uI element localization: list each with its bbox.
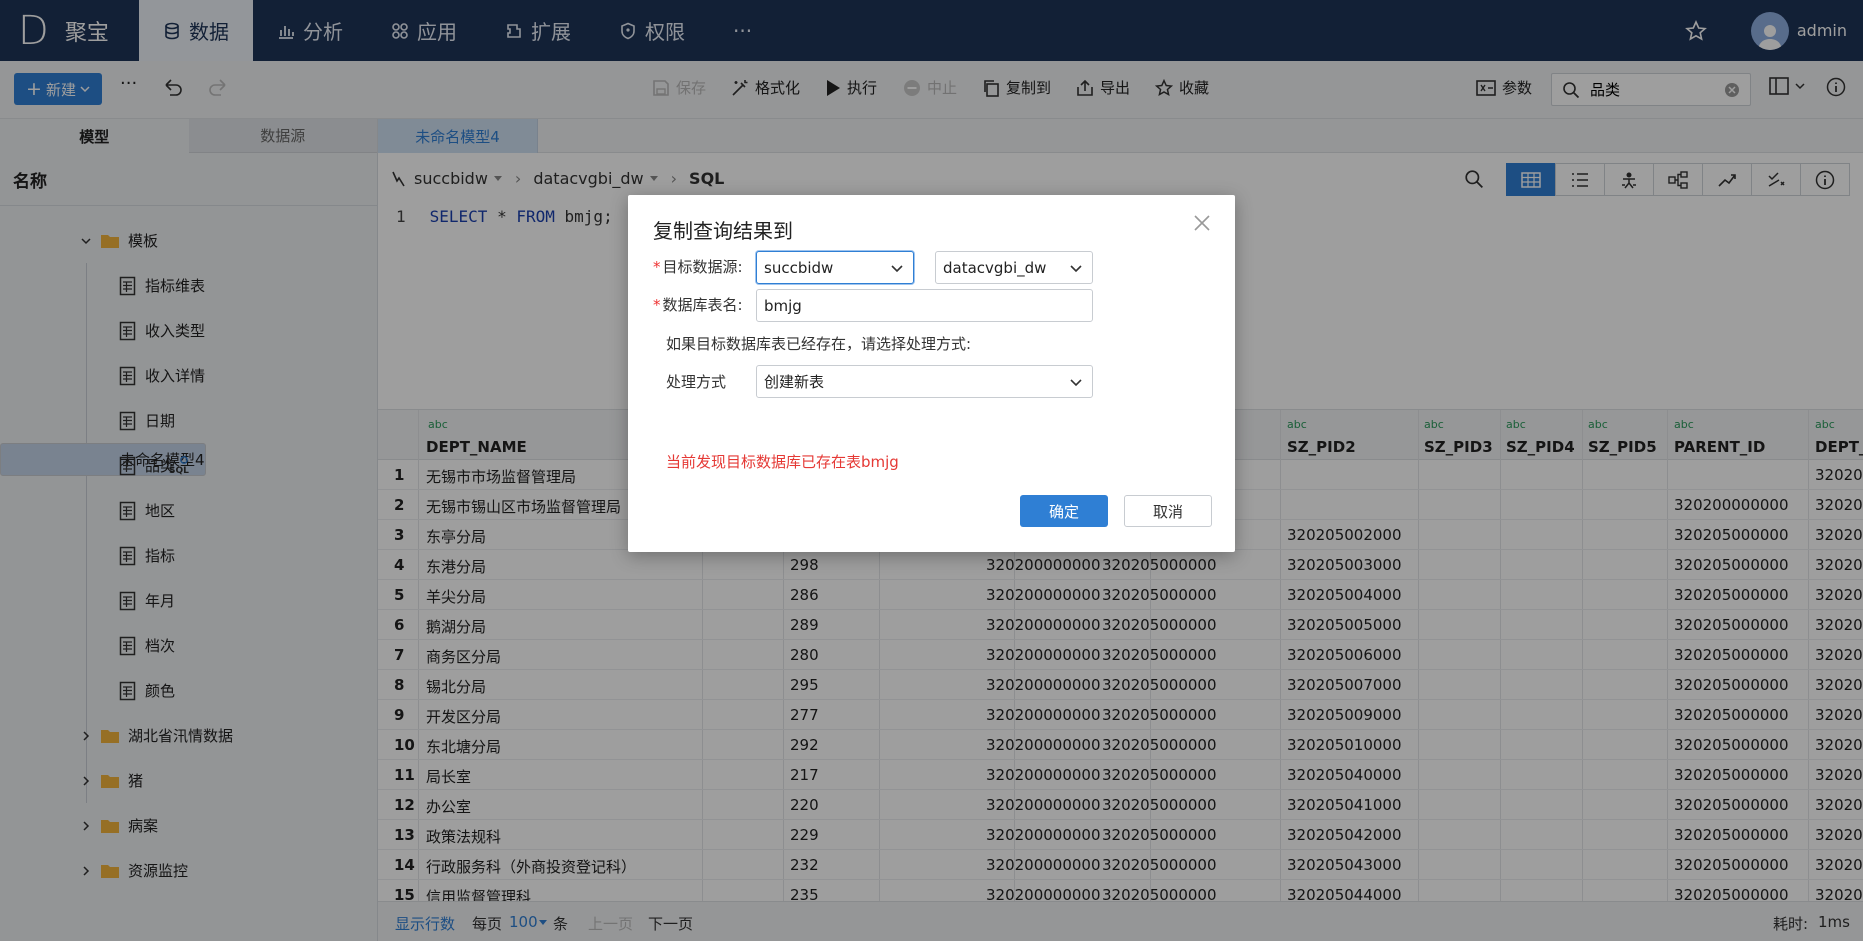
cancel-button[interactable]: 取消	[1124, 495, 1212, 527]
chevron-down-icon	[1070, 379, 1082, 387]
table-name-value: bmjg	[764, 296, 802, 315]
chevron-down-icon	[1070, 265, 1082, 273]
exists-warning: 当前发现目标数据库已存在表bmjg	[666, 453, 899, 471]
target-source-label: * 目标数据源:	[653, 258, 743, 276]
confirm-button[interactable]: 确定	[1020, 495, 1108, 527]
target-schema-value: datacvgbi_dw	[943, 258, 1047, 277]
dialog-title: 复制查询结果到	[653, 219, 793, 243]
target-source-value: succbidw	[764, 258, 834, 277]
copy-result-dialog: 复制查询结果到 * 目标数据源: succbidw datacvgbi_dw * 数…	[628, 195, 1235, 552]
table-name-label: * 数据库表名:	[653, 296, 743, 314]
close-icon[interactable]	[1194, 215, 1210, 231]
mode-label: 处理方式	[666, 373, 727, 391]
app-root: D 聚宝 数据 分析 应用 扩展 权限 ··· admin + 新建 ··· 保…	[0, 0, 1863, 941]
mode-select[interactable]: 创建新表	[756, 365, 1093, 398]
exists-hint: 如果目标数据库表已经存在，请选择处理方式:	[666, 335, 972, 353]
target-schema-select[interactable]: datacvgbi_dw	[935, 251, 1093, 284]
chevron-down-icon	[891, 265, 903, 273]
table-name-input[interactable]: bmjg	[756, 289, 1093, 322]
mode-value: 创建新表	[764, 373, 825, 391]
target-source-select[interactable]: succbidw	[756, 251, 914, 284]
